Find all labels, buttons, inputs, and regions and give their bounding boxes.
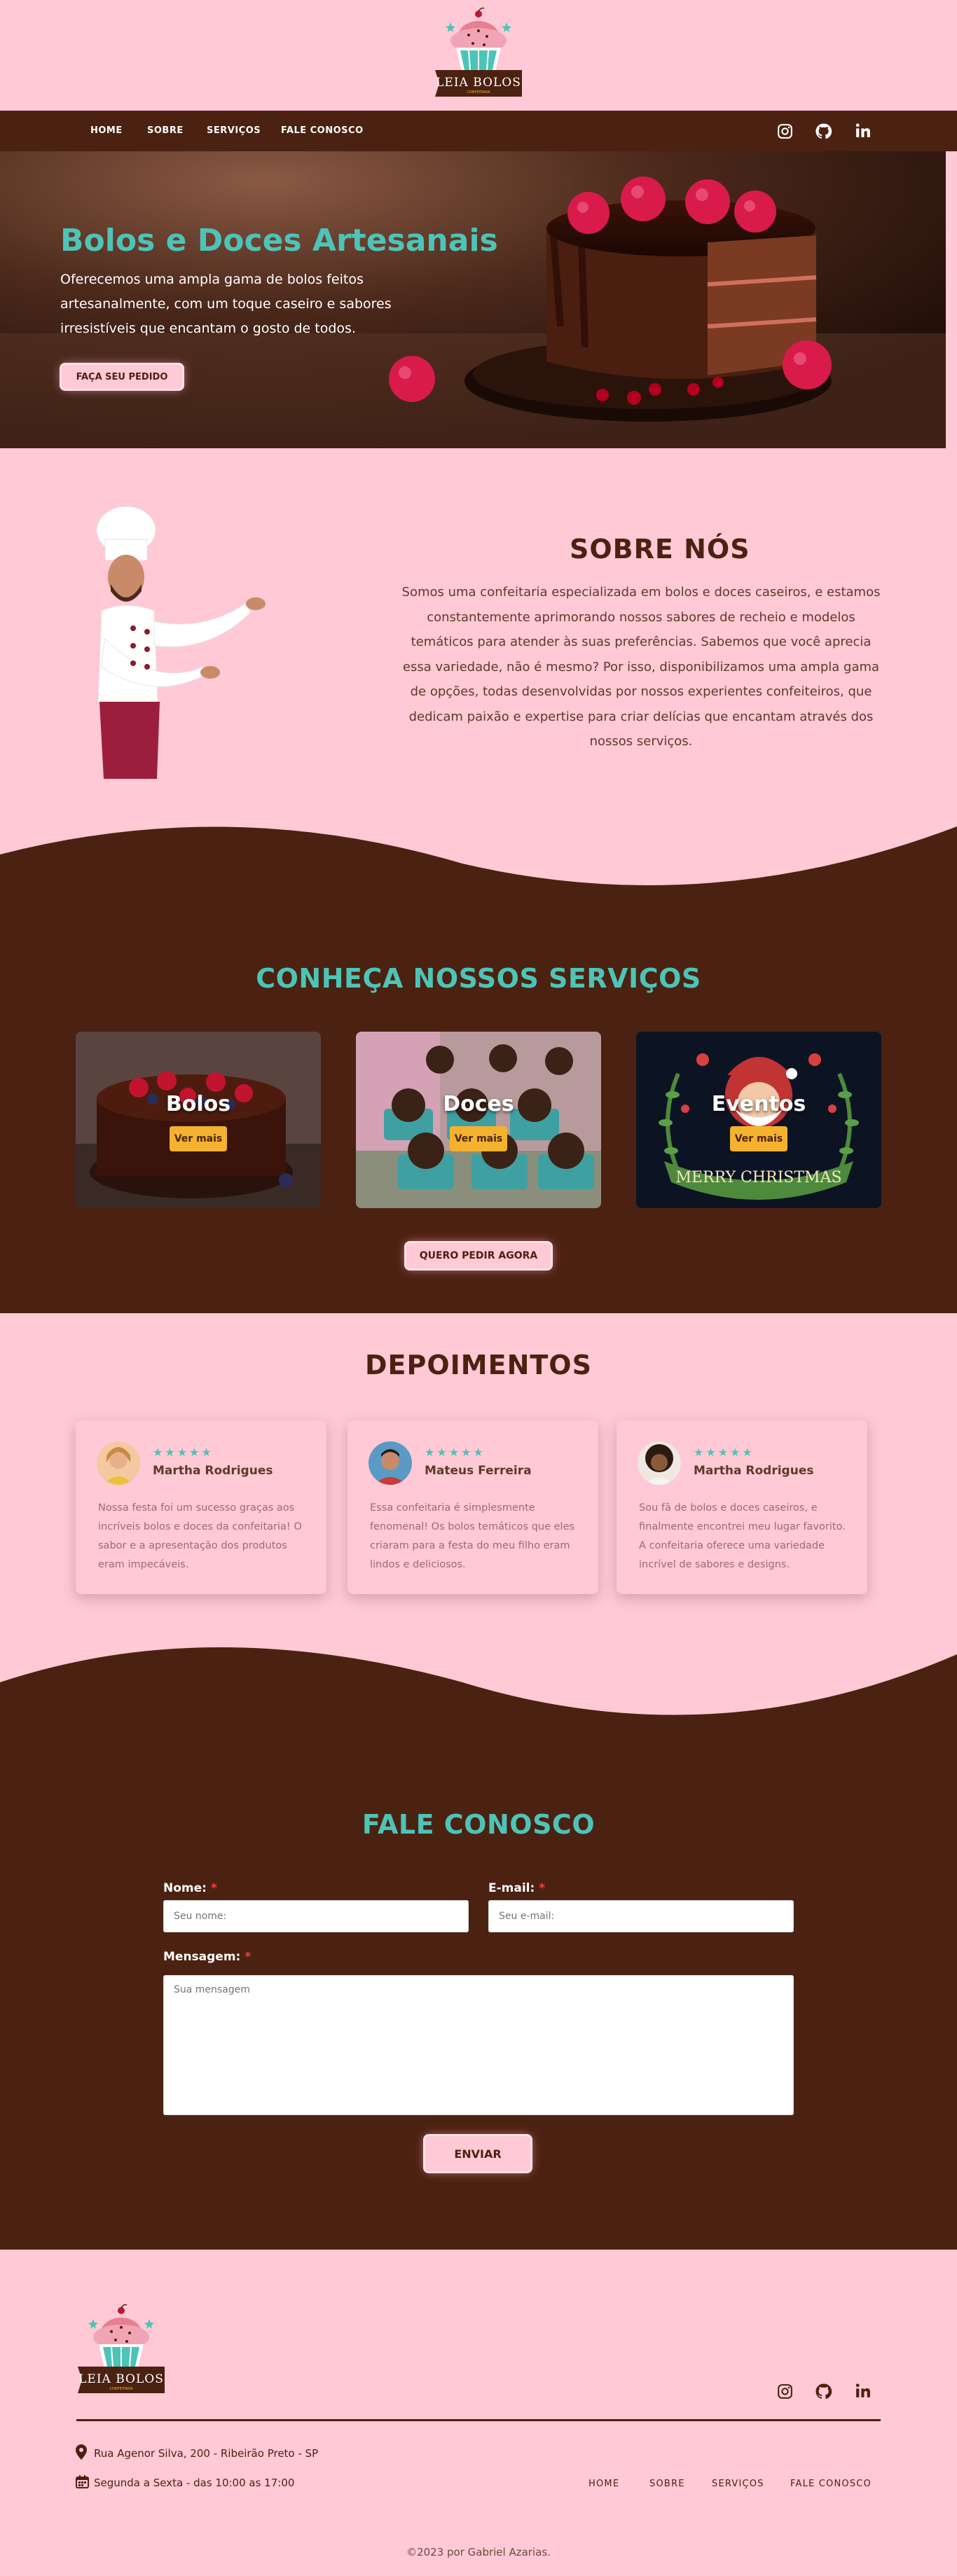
ver-mais-button[interactable]: Ver mais [170, 1126, 227, 1151]
merry-christmas-banner: MERRY CHRISTMAS [675, 1169, 841, 1186]
testimonials-title: DEPOIMENTOS [365, 1350, 592, 1380]
navbar: HOME SOBRE SERVIÇOS FALE CONOSCO [0, 111, 957, 151]
reviewer-name: Mateus Ferreira [425, 1464, 532, 1478]
testimonial-card: ★★★★★ Mateus Ferreira Essa confeitaria é… [347, 1420, 598, 1594]
hero-banner: Bolos e Doces Artesanais Oferecemos uma … [0, 151, 946, 448]
hero-title: Bolos e Doces Artesanais [60, 223, 498, 258]
service-card-eventos[interactable]: MERRY CHRISTMAS Eventos Ver mais [636, 1032, 881, 1208]
footer-link-servicos[interactable]: SERVIÇOS [712, 2479, 764, 2489]
doces-image [356, 1032, 601, 1208]
instagram-icon[interactable] [776, 123, 794, 140]
rating-stars: ★★★★★ [694, 1446, 755, 1459]
name-input[interactable] [163, 1900, 469, 1932]
footer-link-home[interactable]: HOME [588, 2479, 619, 2489]
github-icon[interactable] [815, 2383, 832, 2400]
reviewer-name: Martha Rodrigues [153, 1464, 273, 1478]
contact-title: FALE CONOSCO [362, 1809, 595, 1840]
linkedin-icon[interactable] [854, 122, 872, 139]
linkedin-icon[interactable] [854, 2382, 872, 2400]
brand-logo[interactable] [429, 7, 528, 104]
reviewer-name: Martha Rodrigues [694, 1464, 814, 1478]
ver-mais-button[interactable]: Ver mais [730, 1126, 787, 1151]
message-textarea[interactable] [163, 1975, 794, 2115]
chef-image [96, 506, 266, 779]
top-header [0, 0, 957, 111]
testimonial-card: ★★★★★ Martha Rodrigues Sou fã de bolos e… [617, 1420, 867, 1594]
service-card-title: Doces [443, 1092, 514, 1116]
testimonial-card: ★★★★★ Martha Rodrigues Nossa festa foi u… [76, 1420, 326, 1594]
nav-link-home[interactable]: HOME [90, 111, 123, 151]
github-icon[interactable] [815, 123, 832, 140]
service-card-doces[interactable]: Doces Ver mais [356, 1032, 601, 1208]
services-title: CONHEÇA NOSSOS SERVIÇOS [256, 963, 701, 994]
bolos-image [76, 1032, 321, 1208]
testimonial-text: Sou fã de bolos e doces caseiros, e fina… [639, 1502, 846, 1570]
service-card-bolos[interactable]: Bolos Ver mais [76, 1032, 321, 1208]
email-label: E-mail: * [488, 1881, 546, 1895]
ver-mais-button[interactable]: Ver mais [450, 1126, 507, 1151]
instagram-icon[interactable] [776, 2383, 794, 2400]
hero-text: Oferecemos uma ampla gama de bolos feito… [60, 272, 392, 336]
footer-link-sobre[interactable]: SOBRE [649, 2479, 685, 2489]
nav-link-fale-conosco[interactable]: FALE CONOSCO [281, 111, 364, 151]
testimonial-text: Nossa festa foi um sucesso graças aos in… [98, 1502, 302, 1570]
service-card-title: Bolos [165, 1092, 231, 1116]
eventos-image: MERRY CHRISTMAS [636, 1032, 881, 1208]
footer-hours: Segunda a Sexta - das 10:00 as 17:00 [94, 2477, 295, 2489]
copyright: ©2023 por Gabriel Azarias. [406, 2546, 551, 2558]
about-text: Somos uma confeitaria especializada em b… [401, 585, 881, 749]
footer-address: Rua Agenor Silva, 200 - Ribeirão Preto -… [94, 2447, 319, 2460]
order-now-button[interactable]: QUERO PEDIR AGORA [406, 1243, 551, 1268]
location-pin-icon [76, 2444, 87, 2460]
calendar-icon [76, 2475, 89, 2488]
rating-stars: ★★★★★ [153, 1446, 214, 1459]
message-label: Mensagem: * [163, 1950, 252, 1964]
avatar [369, 1441, 412, 1485]
name-label: Nome: * [163, 1881, 217, 1895]
footer-link-fale-conosco[interactable]: FALE CONOSCO [790, 2479, 872, 2489]
testimonial-text: Essa confeitaria é simplesmente fenomena… [370, 1502, 575, 1570]
rating-stars: ★★★★★ [425, 1446, 486, 1459]
about-title: SOBRE NÓS [570, 534, 750, 565]
service-card-title: Eventos [711, 1092, 806, 1116]
footer-divider [76, 2419, 881, 2421]
email-input[interactable] [488, 1900, 794, 1932]
nav-link-sobre[interactable]: SOBRE [147, 111, 184, 151]
avatar [638, 1441, 681, 1485]
avatar [97, 1441, 140, 1485]
order-button[interactable]: FAÇA SEU PEDIDO [62, 365, 182, 389]
nav-link-servicos[interactable]: SERVIÇOS [207, 111, 261, 151]
send-button[interactable]: ENVIAR [425, 2136, 530, 2171]
footer-logo[interactable] [72, 2304, 170, 2400]
